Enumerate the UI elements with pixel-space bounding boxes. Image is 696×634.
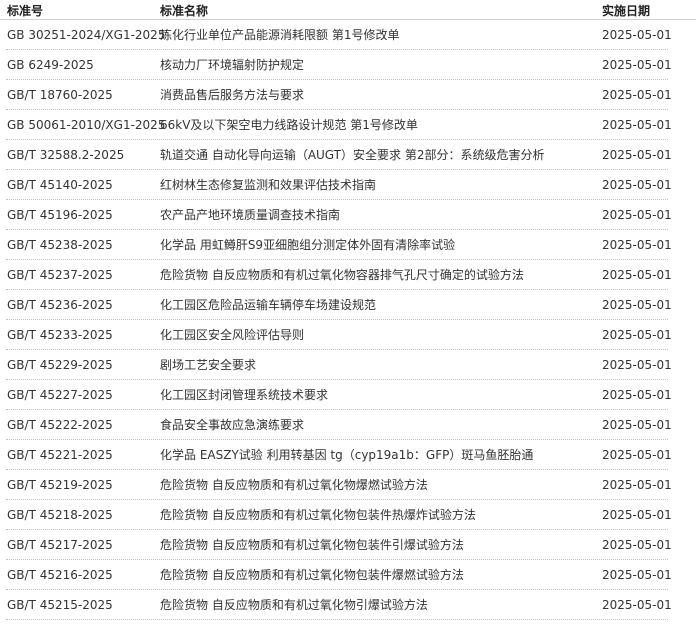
effective-date: 2025-05-01 xyxy=(602,358,672,372)
standard-code-link[interactable]: GB/T 45196-2025 xyxy=(7,207,113,223)
standards-table: 标准号 标准名称 实施日期 GB 30251-2024/XG1-2025 炼化行业… xyxy=(0,0,696,620)
table-row[interactable]: GB/T 45215-2025 危险货物 自反应物质和有机过氧化物引爆试验方法 20… xyxy=(6,590,672,620)
standard-code-link[interactable]: GB/T 45237-2025 xyxy=(7,267,113,283)
standard-code-link[interactable]: GB/T 45221-2025 xyxy=(7,447,113,463)
standard-code-link[interactable]: GB/T 45236-2025 xyxy=(7,297,113,313)
standard-name-link[interactable]: 66kV及以下架空电力线路设计规范 第1号修改单 xyxy=(160,117,418,133)
standard-name-link[interactable]: 危险货物 自反应物质和有机过氧化物爆燃试验方法 xyxy=(160,477,428,493)
effective-date: 2025-05-01 xyxy=(602,478,672,492)
standard-name-link[interactable]: 化学品 EASZY试验 利用转基因 tg（cyp19a1b：GFP）斑马鱼胚胎通 xyxy=(160,447,533,463)
effective-date: 2025-05-01 xyxy=(602,178,672,192)
table-row[interactable]: GB/T 18760-2025 消费品售后服务方法与要求 2025-05-01 xyxy=(6,80,672,110)
standard-name-link[interactable]: 危险货物 自反应物质和有机过氧化物包装件引爆试验方法 xyxy=(160,537,464,553)
standard-name-link[interactable]: 危险货物 自反应物质和有机过氧化物容器排气孔尺寸确定的试验方法 xyxy=(160,267,524,283)
table-row[interactable]: GB/T 45216-2025 危险货物 自反应物质和有机过氧化物包装件爆燃试验方… xyxy=(6,560,672,590)
effective-date: 2025-05-01 xyxy=(602,118,672,132)
table-row[interactable]: GB/T 45237-2025 危险货物 自反应物质和有机过氧化物容器排气孔尺寸确… xyxy=(6,260,672,290)
table-row[interactable]: GB/T 45217-2025 危险货物 自反应物质和有机过氧化物包装件引爆试验方… xyxy=(6,530,672,560)
effective-date: 2025-05-01 xyxy=(602,508,672,522)
table-row[interactable]: GB/T 45221-2025 化学品 EASZY试验 利用转基因 tg（cyp1… xyxy=(6,440,672,470)
standard-code-link[interactable]: GB/T 45229-2025 xyxy=(7,357,113,373)
effective-date: 2025-05-01 xyxy=(602,208,672,222)
table-row[interactable]: GB/T 45219-2025 危险货物 自反应物质和有机过氧化物爆燃试验方法 20… xyxy=(6,470,672,500)
effective-date: 2025-05-01 xyxy=(602,88,672,102)
table-row[interactable]: GB/T 45238-2025 化学品 用虹鳟肝S9亚细胞组分测定体外固有清除率试… xyxy=(6,230,672,260)
effective-date: 2025-05-01 xyxy=(602,268,672,282)
table-row[interactable]: GB/T 45196-2025 农产品产地环境质量调查技术指南 2025-05-01 xyxy=(6,200,672,230)
table-row[interactable]: GB 30251-2024/XG1-2025 炼化行业单位产品能源消耗限额 第1号… xyxy=(6,20,672,50)
header-standard-code: 标准号 xyxy=(7,4,44,18)
standard-name-link[interactable]: 化学品 用虹鳟肝S9亚细胞组分测定体外固有清除率试验 xyxy=(160,237,455,253)
standard-code-link[interactable]: GB/T 45233-2025 xyxy=(7,327,113,343)
effective-date: 2025-05-01 xyxy=(602,148,672,162)
effective-date: 2025-05-01 xyxy=(602,28,672,42)
table-row[interactable]: GB 6249-2025 核动力厂环境辐射防护规定 2025-05-01 xyxy=(6,50,672,80)
table-row[interactable]: GB/T 32588.2-2025 轨道交通 自动化导向运输（AUGT）安全要求 … xyxy=(6,140,672,170)
standard-name-link[interactable]: 轨道交通 自动化导向运输（AUGT）安全要求 第2部分：系统级危害分析 xyxy=(160,147,544,163)
standard-name-link[interactable]: 危险货物 自反应物质和有机过氧化物包装件热爆炸试验方法 xyxy=(160,507,476,523)
table-row[interactable]: GB/T 45227-2025 化工园区封闭管理系统技术要求 2025-05-01 xyxy=(6,380,672,410)
table-row[interactable]: GB/T 45233-2025 化工园区安全风险评估导则 2025-05-01 xyxy=(6,320,672,350)
effective-date: 2025-05-01 xyxy=(602,598,672,612)
standard-name-link[interactable]: 化工园区危险品运输车辆停车场建设规范 xyxy=(160,297,376,313)
standard-name-link[interactable]: 危险货物 自反应物质和有机过氧化物包装件爆燃试验方法 xyxy=(160,567,464,583)
header-standard-name: 标准名称 xyxy=(160,4,209,18)
standard-code-link[interactable]: GB 30251-2024/XG1-2025 xyxy=(7,27,165,43)
standard-name-link[interactable]: 核动力厂环境辐射防护规定 xyxy=(160,57,304,73)
table-row[interactable]: GB/T 45140-2025 红树林生态修复监测和效果评估技术指南 2025-05… xyxy=(6,170,672,200)
standard-code-link[interactable]: GB/T 45238-2025 xyxy=(7,237,113,253)
table-row[interactable]: GB 50061-2010/XG1-2025 66kV及以下架空电力线路设计规范 … xyxy=(6,110,672,140)
standard-code-link[interactable]: GB/T 32588.2-2025 xyxy=(7,147,124,163)
standard-code-link[interactable]: GB/T 45217-2025 xyxy=(7,537,113,553)
table-row[interactable]: GB/T 45229-2025 剧场工艺安全要求 2025-05-01 xyxy=(6,350,672,380)
effective-date: 2025-05-01 xyxy=(602,448,672,462)
standard-code-link[interactable]: GB/T 45218-2025 xyxy=(7,507,113,523)
standard-name-link[interactable]: 剧场工艺安全要求 xyxy=(160,357,256,373)
standard-code-link[interactable]: GB 50061-2010/XG1-2025 xyxy=(7,117,165,133)
table-header: 标准号 标准名称 实施日期 xyxy=(0,0,696,20)
effective-date: 2025-05-01 xyxy=(602,388,672,402)
standard-code-link[interactable]: GB/T 45219-2025 xyxy=(7,477,113,493)
effective-date: 2025-05-01 xyxy=(602,58,672,72)
standard-name-link[interactable]: 食品安全事故应急演练要求 xyxy=(160,417,304,433)
standard-name-link[interactable]: 炼化行业单位产品能源消耗限额 第1号修改单 xyxy=(160,27,399,43)
standard-name-link[interactable]: 化工园区封闭管理系统技术要求 xyxy=(160,387,328,403)
effective-date: 2025-05-01 xyxy=(602,238,672,252)
standard-name-link[interactable]: 危险货物 自反应物质和有机过氧化物引爆试验方法 xyxy=(160,597,428,613)
effective-date: 2025-05-01 xyxy=(602,538,672,552)
standard-code-link[interactable]: GB/T 18760-2025 xyxy=(7,87,113,103)
table-body: GB 30251-2024/XG1-2025 炼化行业单位产品能源消耗限额 第1号… xyxy=(0,20,696,620)
standard-code-link[interactable]: GB/T 45222-2025 xyxy=(7,417,113,433)
standard-name-link[interactable]: 消费品售后服务方法与要求 xyxy=(160,87,304,103)
table-row[interactable]: GB/T 45222-2025 食品安全事故应急演练要求 2025-05-01 xyxy=(6,410,672,440)
standard-code-link[interactable]: GB/T 45216-2025 xyxy=(7,567,113,583)
standard-name-link[interactable]: 化工园区安全风险评估导则 xyxy=(160,327,304,343)
effective-date: 2025-05-01 xyxy=(602,328,672,342)
standard-code-link[interactable]: GB/T 45140-2025 xyxy=(7,177,113,193)
effective-date: 2025-05-01 xyxy=(602,568,672,582)
standard-code-link[interactable]: GB/T 45227-2025 xyxy=(7,387,113,403)
effective-date: 2025-05-01 xyxy=(602,298,672,312)
standard-name-link[interactable]: 农产品产地环境质量调查技术指南 xyxy=(160,207,340,223)
header-effective-date: 实施日期 xyxy=(602,4,651,18)
table-row[interactable]: GB/T 45218-2025 危险货物 自反应物质和有机过氧化物包装件热爆炸试验… xyxy=(6,500,672,530)
table-row[interactable]: GB/T 45236-2025 化工园区危险品运输车辆停车场建设规范 2025-05… xyxy=(6,290,672,320)
standard-code-link[interactable]: GB/T 45215-2025 xyxy=(7,597,113,613)
standard-name-link[interactable]: 红树林生态修复监测和效果评估技术指南 xyxy=(160,177,376,193)
standard-code-link[interactable]: GB 6249-2025 xyxy=(7,57,94,73)
effective-date: 2025-05-01 xyxy=(602,418,672,432)
